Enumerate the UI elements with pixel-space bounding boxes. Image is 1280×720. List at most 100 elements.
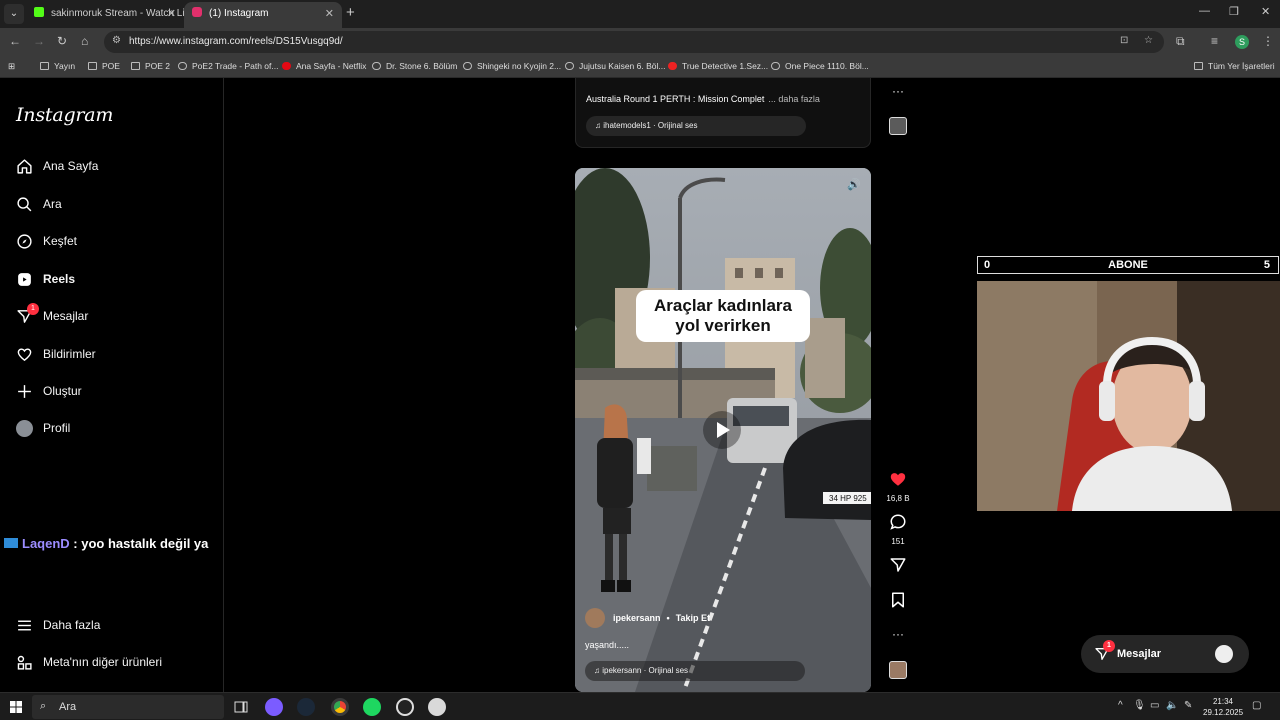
profile-avatar[interactable]: S (1235, 35, 1249, 49)
bookmarks-bar: ⊞ Yayın POE POE 2 PoE2 Trade - Path of..… (0, 56, 1280, 78)
comment-button[interactable]: 151 (884, 513, 912, 546)
tab-instagram[interactable]: (1) Instagram ✕ (184, 2, 342, 28)
reels-icon (18, 272, 31, 286)
bookmark-item[interactable]: Yayın (40, 61, 75, 71)
bookmark-item[interactable]: Jujutsu Kaisen 6. Böl... (565, 61, 665, 71)
nav-create[interactable]: Oluştur (16, 379, 82, 403)
nav-notifications[interactable]: Bildirimler (16, 342, 96, 366)
follow-button[interactable]: Takip Et (676, 613, 710, 623)
discord-icon[interactable] (265, 698, 283, 716)
instagram-logo[interactable]: Instagram (16, 104, 113, 126)
tray-expand-icon[interactable]: ^ (1118, 700, 1123, 711)
address-bar[interactable]: ⚙ https://www.instagram.com/reels/DS15Vu… (104, 31, 1164, 53)
task-view-icon[interactable] (232, 698, 250, 716)
volume-icon[interactable]: 🔈 (1166, 700, 1178, 711)
windows-start-icon[interactable] (10, 701, 22, 713)
nav-more[interactable]: Daha fazla (16, 613, 100, 637)
tab-search-button[interactable]: ⌄ (4, 4, 24, 24)
author-username[interactable]: ipekersann (613, 613, 661, 623)
netflix-icon (282, 62, 291, 70)
chrome-icon[interactable] (331, 698, 349, 716)
bookmark-item[interactable]: Dr. Stone 6. Bölüm (372, 61, 457, 71)
reload-icon[interactable]: ↻ (57, 34, 67, 48)
more-options-icon[interactable]: ··· (884, 627, 912, 641)
messenger-icon: 1 (1094, 640, 1115, 662)
messenger-icon: 1 (16, 302, 39, 325)
bookmark-item[interactable]: PoE2 Trade - Path of... (178, 61, 278, 71)
messages-pill[interactable]: 1 Mesajlar (1081, 635, 1249, 673)
bookmark-item[interactable]: Ana Sayfa - Netflix (282, 61, 366, 71)
microphone-icon[interactable]: 🎙 (1133, 700, 1146, 711)
new-tab-button[interactable]: + (346, 4, 355, 21)
link-icon (668, 62, 677, 70)
reel-video[interactable]: 34 HP 925 🔊 Araçlar kadınlara yol verirk… (575, 168, 871, 692)
folder-icon (1194, 62, 1203, 70)
comment-count: 151 (891, 537, 905, 546)
notification-badge: 1 (27, 302, 39, 315)
home-icon[interactable]: ⌂ (81, 34, 88, 48)
audio-pill[interactable]: ♫ ihatemodels1 · Orijinal ses (586, 116, 806, 136)
install-icon[interactable]: ⊡ (1120, 35, 1128, 46)
stream-chat-message: LaqenD : yoo hastalık değil ya (4, 536, 208, 551)
author-avatar[interactable] (585, 608, 605, 628)
restore-icon[interactable]: ❐ (1229, 5, 1239, 18)
tab-title: (1) Instagram (209, 8, 269, 19)
media-icon[interactable]: ≡ (1211, 34, 1218, 48)
close-window-icon[interactable]: ✕ (1261, 5, 1270, 18)
apps-icon[interactable]: ⊞ (8, 61, 15, 72)
steam-icon[interactable] (297, 698, 315, 716)
like-button[interactable]: 16,8 B (884, 470, 912, 503)
nav-messages[interactable]: 1 Mesajlar (16, 302, 88, 328)
more-link[interactable]: ... daha fazla (768, 94, 820, 104)
search-icon: ⌕ (40, 700, 47, 712)
nav-search[interactable]: Ara (16, 192, 62, 216)
bookmark-item[interactable]: Shingeki no Kyojin 2... (463, 61, 561, 71)
share-button[interactable] (884, 556, 912, 579)
audio-thumbnail[interactable] (889, 661, 907, 679)
save-button[interactable] (884, 591, 912, 614)
site-info-icon[interactable]: ⚙ (112, 35, 121, 46)
play-icon[interactable] (703, 411, 741, 449)
obs-icon[interactable] (396, 698, 414, 716)
forward-icon[interactable]: → (33, 34, 45, 48)
nav-meta[interactable]: Meta'nın diğer ürünleri (16, 650, 162, 674)
extensions-icon[interactable]: ⧉ (1176, 34, 1185, 49)
nav-home[interactable]: Ana Sayfa (16, 154, 98, 178)
bookmark-item[interactable]: POE (88, 61, 120, 71)
all-bookmarks[interactable]: Tüm Yer İşaretleri (1194, 61, 1275, 71)
app-icon[interactable] (428, 698, 446, 716)
avatar (16, 419, 33, 437)
nav-label: Daha fazla (43, 618, 101, 632)
bookmark-item[interactable]: POE 2 (131, 61, 170, 71)
windows-taskbar: ⌕ Ara ^ 🎙 ▭ 🔈 ✎ 21:34 29.12.2025 ▢ (0, 692, 1280, 720)
bookmark-star-icon[interactable]: ☆ (1144, 35, 1153, 46)
close-tab-icon[interactable]: ✕ (167, 2, 176, 26)
bookmark-item[interactable]: One Piece 1110. Böl... (771, 61, 869, 71)
close-tab-icon[interactable]: ✕ (325, 2, 334, 26)
reel-overlay-caption: Araçlar kadınlara yol verirken (636, 290, 810, 342)
pen-icon[interactable]: ✎ (1184, 700, 1192, 711)
menu-icon[interactable]: ⋮ (1262, 34, 1274, 48)
minimize-icon[interactable]: — (1199, 5, 1210, 17)
audio-thumbnail[interactable] (889, 117, 907, 135)
notification-center-icon[interactable]: ▢ (1252, 700, 1261, 711)
avatar (1215, 645, 1233, 663)
back-icon[interactable]: ← (9, 34, 21, 48)
plus-icon (18, 384, 31, 398)
nav-profile[interactable]: Profil (16, 416, 70, 440)
goal-label: ABONE (1108, 259, 1148, 271)
taskbar-search[interactable]: ⌕ Ara (32, 695, 224, 719)
volume-icon[interactable]: 🔊 (847, 178, 861, 191)
heart-filled-icon (890, 473, 906, 486)
spotify-icon[interactable] (363, 698, 381, 716)
network-icon[interactable]: ▭ (1150, 700, 1159, 711)
more-options-icon[interactable]: ··· (884, 84, 912, 98)
nav-label: Keşfet (43, 234, 78, 248)
bookmark-item[interactable]: True Detective 1.Sez... (668, 61, 768, 71)
taskbar-clock[interactable]: 21:34 29.12.2025 (1203, 696, 1243, 718)
tab-stream[interactable]: sakinmoruk Stream - Watch Liv ✕ (26, 2, 184, 28)
nav-explore[interactable]: Keşfet (16, 229, 77, 253)
nav-reels[interactable]: Reels (16, 267, 75, 291)
audio-pill[interactable]: ♫ ipekersann · Orijinal ses (585, 661, 805, 681)
webcam-image (977, 281, 1280, 511)
